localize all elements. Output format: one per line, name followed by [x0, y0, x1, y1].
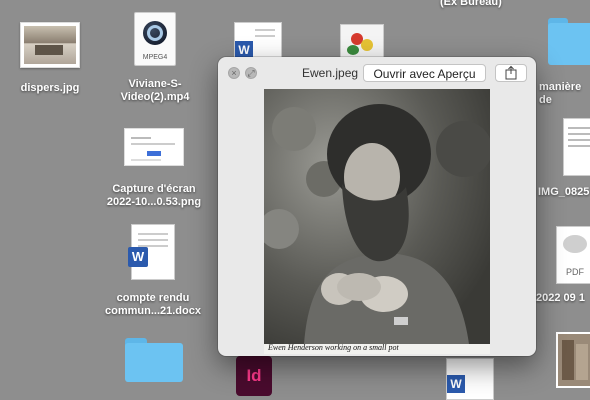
share-icon	[505, 65, 517, 80]
file-badge: PDF	[566, 267, 584, 277]
photo-caption: Ewen Henderson working on a small pot	[268, 343, 399, 352]
video-file-icon: MPEG4	[134, 12, 176, 66]
window-title: Ewen.jpeg	[302, 66, 359, 80]
folder-icon[interactable]	[125, 338, 183, 382]
portrait-photo	[264, 89, 490, 344]
desktop-file-video[interactable]: MPEG4 Viviane-S- Video(2).mp4	[112, 10, 198, 104]
share-button[interactable]	[495, 64, 527, 82]
quicklook-window[interactable]: × ⤢ Ewen.jpeg Ouvrir avec Aperçu Ewen He…	[218, 57, 536, 356]
file-badge: MPEG4	[142, 54, 168, 61]
word-document-icon[interactable]: W	[446, 358, 494, 400]
fullscreen-icon[interactable]: ⤢	[245, 67, 257, 79]
file-label: dispers.jpg	[20, 82, 80, 94]
desktop-file-dispers[interactable]: dispers.jpg	[14, 14, 86, 95]
image-preview: Ewen Henderson working on a small pot	[264, 89, 490, 354]
file-label-line2: 2022-10...0.53.png	[106, 196, 202, 208]
file-label-pdf: 2022 09 1	[536, 292, 585, 304]
folder-label-maniere: manière de	[539, 81, 582, 106]
image-thumbnail-icon	[20, 22, 80, 68]
file-label-line2: commun...21.docx	[105, 305, 201, 317]
desktop-file-word-doc[interactable]: W compte rendu commun...21.docx	[100, 224, 206, 318]
open-with-preview-button[interactable]: Ouvrir avec Aperçu	[363, 64, 486, 82]
indesign-badge: Id	[246, 366, 262, 385]
folder-label-ex-bureau: (Ex Bureau)	[440, 0, 502, 8]
file-label-line1: compte rendu	[116, 292, 190, 304]
indesign-file-icon[interactable]: Id	[236, 356, 272, 396]
document-thumbnail-icon[interactable]	[563, 118, 590, 176]
file-label-line1: Viviane-S-	[128, 78, 182, 90]
pdf-file-icon[interactable]: PDF	[556, 226, 590, 284]
folder-icon[interactable]	[548, 18, 590, 66]
file-label-line2: Video(2).mp4	[120, 91, 190, 103]
quicklook-titlebar[interactable]: × ⤢ Ewen.jpeg Ouvrir avec Aperçu	[218, 57, 536, 89]
desktop-file-screenshot[interactable]: Capture d'écran 2022-10...0.53.png	[98, 128, 210, 209]
screenshot-thumbnail-icon	[124, 128, 184, 166]
image-thumbnail-icon[interactable]	[556, 332, 590, 388]
word-document-icon: W	[128, 224, 175, 280]
file-label-img-0825: IMG_0825	[538, 186, 590, 198]
word-badge: W	[128, 247, 148, 267]
word-badge: W	[447, 375, 465, 393]
file-label-line1: Capture d'écran	[112, 183, 196, 195]
close-icon[interactable]: ×	[228, 67, 240, 79]
